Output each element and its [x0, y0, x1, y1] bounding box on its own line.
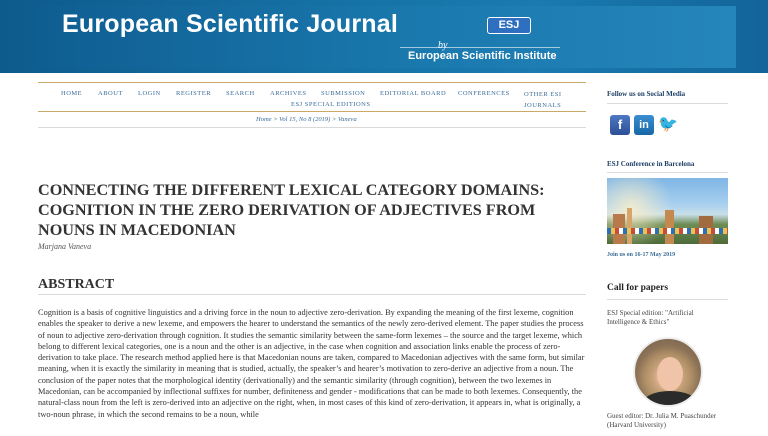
abstract-divider: [38, 294, 586, 295]
nav-submission[interactable]: SUBMISSION: [321, 90, 365, 97]
abstract-heading: ABSTRACT: [38, 277, 115, 292]
nav-about[interactable]: ABOUT: [98, 90, 123, 97]
nav-bottom-divider: [38, 111, 586, 112]
sidebar-divider: [607, 172, 728, 173]
special-edition-text: ESJ Special edition: "Artificial Intelli…: [607, 309, 694, 326]
nav-search[interactable]: SEARCH: [226, 90, 255, 97]
breadcrumb-separator: >: [330, 116, 338, 123]
guest-editor-text: Guest editor: Dr. Julia M. Puaschunder (…: [607, 412, 717, 429]
breadcrumb-home[interactable]: Home: [256, 116, 272, 123]
site-title[interactable]: European Scientific Journal: [62, 10, 398, 39]
social-media-title: Follow us on Social Media: [607, 90, 686, 98]
abstract-body: Cognition is a basis of cognitive lingui…: [38, 308, 585, 419]
breadcrumb-divider: [38, 127, 586, 128]
breadcrumb-current[interactable]: Vaneva: [338, 116, 357, 123]
banner-divider: [400, 47, 560, 48]
nav-editorial-board[interactable]: EDITORIAL BOARD: [380, 90, 446, 97]
article-author: Marjana Vaneva: [38, 242, 92, 251]
conference-title: ESJ Conference in Barcelona: [607, 160, 695, 168]
breadcrumb: Home > Vol 15, No 8 (2019) > Vaneva: [256, 116, 357, 123]
publisher-name: European Scientific Institute: [408, 50, 557, 62]
site-header-banner[interactable]: European Scientific Journal ESJ by Europ…: [0, 0, 768, 73]
sidebar-divider: [607, 299, 728, 300]
nav-other-journals[interactable]: OTHER ESI JOURNALS: [524, 90, 584, 111]
nav-conferences[interactable]: CONFERENCES: [458, 90, 510, 97]
conference-date-link[interactable]: Join us on 16-17 May 2019: [607, 252, 675, 258]
facebook-icon[interactable]: f: [610, 115, 630, 135]
nav-special-editions[interactable]: ESJ SPECIAL EDITIONS: [291, 101, 370, 108]
linkedin-icon[interactable]: in: [634, 115, 654, 135]
article-title: Connecting the Different Lexical Categor…: [38, 181, 545, 239]
sidebar-divider: [607, 103, 728, 104]
barcelona-conference-image[interactable]: [607, 178, 728, 244]
breadcrumb-issue[interactable]: Vol 15, No 8 (2019): [279, 116, 330, 123]
nav-login[interactable]: LOGIN: [138, 90, 161, 97]
esj-logo: ESJ: [487, 17, 531, 34]
nav-home[interactable]: HOME: [61, 90, 82, 97]
nav-register[interactable]: REGISTER: [176, 90, 211, 97]
nav-archives[interactable]: ARCHIVES: [270, 90, 307, 97]
nav-top-divider: [38, 82, 586, 83]
twitter-icon[interactable]: 🐦: [658, 115, 678, 135]
call-for-papers-title: Call for papers: [607, 283, 669, 293]
guest-editor-avatar: [633, 337, 703, 407]
